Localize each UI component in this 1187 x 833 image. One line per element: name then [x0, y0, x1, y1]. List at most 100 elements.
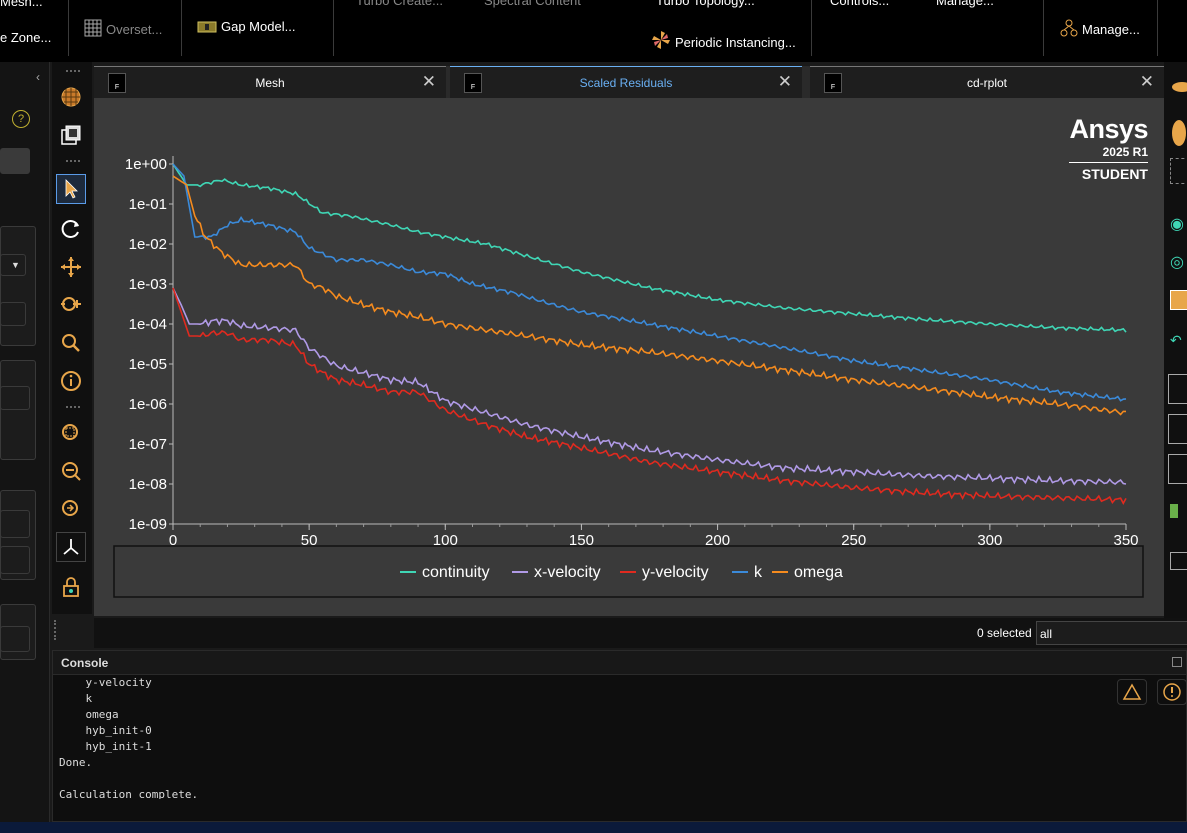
console-title: Console — [53, 651, 1186, 675]
pan-icon[interactable] — [56, 252, 86, 282]
window-icon[interactable] — [1170, 552, 1187, 570]
ribbon-item-top-left[interactable]: Mesh... — [0, 0, 43, 9]
series-line-x-velocity — [172, 287, 1127, 486]
gap-model-icon — [197, 21, 217, 33]
console-line: y-velocity — [59, 676, 152, 689]
console-output[interactable]: y-velocity k omega hyb_init-0 hyb_init-1… — [53, 675, 1186, 799]
help-icon[interactable]: ? — [12, 110, 30, 128]
gap-model-label: Gap Model... — [221, 19, 296, 34]
close-icon[interactable]: ✕ — [422, 72, 436, 92]
selection-count: 0 selected — [977, 626, 1032, 640]
zoom-fit-icon[interactable] — [56, 418, 86, 448]
grid-icon — [84, 19, 102, 37]
zoom-previous-icon[interactable] — [56, 494, 86, 524]
selection-bar: 0 selected all — [54, 618, 1187, 648]
mesh-display-icon[interactable] — [56, 82, 86, 112]
slider-icon[interactable] — [1168, 414, 1187, 444]
panel-group — [0, 226, 36, 346]
rotate-icon[interactable] — [56, 214, 86, 244]
ribbon-item-gap-model[interactable]: Gap Model... — [197, 19, 295, 34]
zoom-icon[interactable] — [56, 328, 86, 358]
y-tick-label: 1e-05 — [129, 356, 167, 373]
y-tick-label: 1e-09 — [129, 516, 167, 533]
report-icon[interactable] — [1168, 454, 1187, 484]
panel-spinner[interactable] — [0, 302, 26, 326]
graphics-toolbar — [52, 62, 92, 614]
ribbon-item-manage[interactable]: Manage... — [1060, 19, 1140, 37]
ribbon-item-overset[interactable]: Overset... — [84, 19, 162, 37]
undo-icon[interactable]: ↶ — [1170, 332, 1182, 349]
view-icon[interactable]: ◉ — [1170, 214, 1184, 234]
contour-icon[interactable] — [1172, 120, 1186, 146]
panel-field-4[interactable] — [0, 626, 30, 652]
ribbon: Mesh... e Zone... Overset... Gap Model..… — [0, 0, 1187, 62]
chevron-down-icon: ▼ — [11, 260, 20, 270]
panel-field-2[interactable] — [0, 510, 30, 538]
ribbon-item-spectral-content[interactable]: Spectral Content — [484, 0, 581, 8]
console-line: Done. — [59, 756, 93, 769]
y-tick-label: 1e-06 — [129, 396, 167, 413]
legend-label: x-velocity — [534, 564, 601, 581]
fluent-icon: F — [464, 73, 482, 93]
tab-mesh[interactable]: F Mesh ✕ — [94, 66, 446, 98]
legend-label: y-velocity — [642, 564, 709, 581]
ribbon-item-turbo-topology[interactable]: Turbo Topology... — [656, 0, 755, 8]
console-line: k — [59, 692, 93, 705]
ribbon-item-controls[interactable]: Controls... — [830, 0, 889, 8]
y-tick-label: 1e-01 — [129, 196, 167, 213]
panel-field-3[interactable] — [0, 546, 30, 574]
fluent-icon: F — [824, 73, 842, 93]
tab-label: Mesh — [255, 75, 285, 90]
hierarchy-icon — [1060, 19, 1078, 37]
axes-icon[interactable] — [56, 532, 86, 562]
series-line-k — [172, 163, 1127, 402]
toolbar-grip-3[interactable] — [66, 406, 80, 410]
zoom-out-icon[interactable] — [56, 456, 86, 486]
info-icon[interactable] — [56, 366, 86, 396]
ribbon-item-zone[interactable]: e Zone... — [0, 30, 51, 45]
new-window-icon[interactable] — [56, 120, 86, 150]
console-line: hyb_init-0 — [59, 724, 152, 737]
manage-label: Manage... — [1082, 22, 1140, 37]
console-line: Calculation complete. — [59, 788, 199, 799]
close-icon[interactable]: ✕ — [1140, 72, 1154, 92]
panel-field[interactable] — [0, 148, 30, 174]
surface-icon[interactable] — [1172, 82, 1187, 92]
lock-view-icon[interactable] — [56, 572, 86, 602]
maximize-icon[interactable] — [1172, 657, 1182, 667]
battery-icon[interactable] — [1170, 504, 1178, 518]
tab-cd-rplot[interactable]: F cd-rplot ✕ — [810, 66, 1164, 98]
fill-icon[interactable] — [1170, 290, 1187, 310]
toolbar-grip[interactable] — [66, 70, 80, 74]
warning-icon[interactable] — [1117, 679, 1147, 705]
collapse-chevron-icon[interactable]: ‹ — [36, 70, 40, 84]
tab-scaled-residuals[interactable]: F Scaled Residuals ✕ — [450, 66, 802, 98]
selection-filter-input[interactable]: all — [1036, 621, 1187, 645]
close-icon[interactable]: ✕ — [778, 72, 792, 92]
console-panel: Console y-velocity k omega hyb_init-0 hy… — [52, 650, 1187, 822]
select-pointer-icon[interactable] — [56, 174, 86, 204]
taskbar — [0, 822, 1187, 833]
ribbon-item-periodic-instancing[interactable]: Periodic Instancing... — [651, 30, 796, 50]
mesh-icon[interactable] — [1170, 158, 1187, 184]
y-tick-label: 1e-08 — [129, 476, 167, 493]
panel-spinner-2[interactable] — [0, 386, 30, 410]
graphics-tabs: F Mesh ✕ F Scaled Residuals ✕ F cd-rplot… — [94, 66, 1164, 98]
chart-icon[interactable] — [1168, 374, 1187, 404]
panel-grip[interactable] — [54, 620, 66, 640]
ribbon-item-turbo-create[interactable]: Turbo Create... — [356, 0, 443, 8]
zoom-in-icon[interactable] — [56, 290, 86, 320]
right-toolbar: ◉ ◎ ↶ — [1164, 62, 1187, 647]
graphics-window: F Mesh ✕ F Scaled Residuals ✕ F cd-rplot… — [94, 66, 1164, 616]
ribbon-item-manage-top[interactable]: Manage... — [936, 0, 994, 8]
app-window: Mesh... e Zone... Overset... Gap Model..… — [0, 0, 1187, 833]
hide-icon[interactable]: ◎ — [1170, 252, 1184, 272]
panel-dropdown[interactable]: ▼ — [0, 254, 26, 276]
logo-edition: STUDENT — [1081, 166, 1148, 182]
toolbar-grip-2[interactable] — [66, 160, 80, 164]
y-tick-label: 1e+00 — [125, 156, 167, 173]
y-tick-label: 1e-03 — [129, 276, 167, 293]
logo-brand: Ansys — [1069, 114, 1148, 144]
error-icon[interactable] — [1157, 679, 1187, 705]
